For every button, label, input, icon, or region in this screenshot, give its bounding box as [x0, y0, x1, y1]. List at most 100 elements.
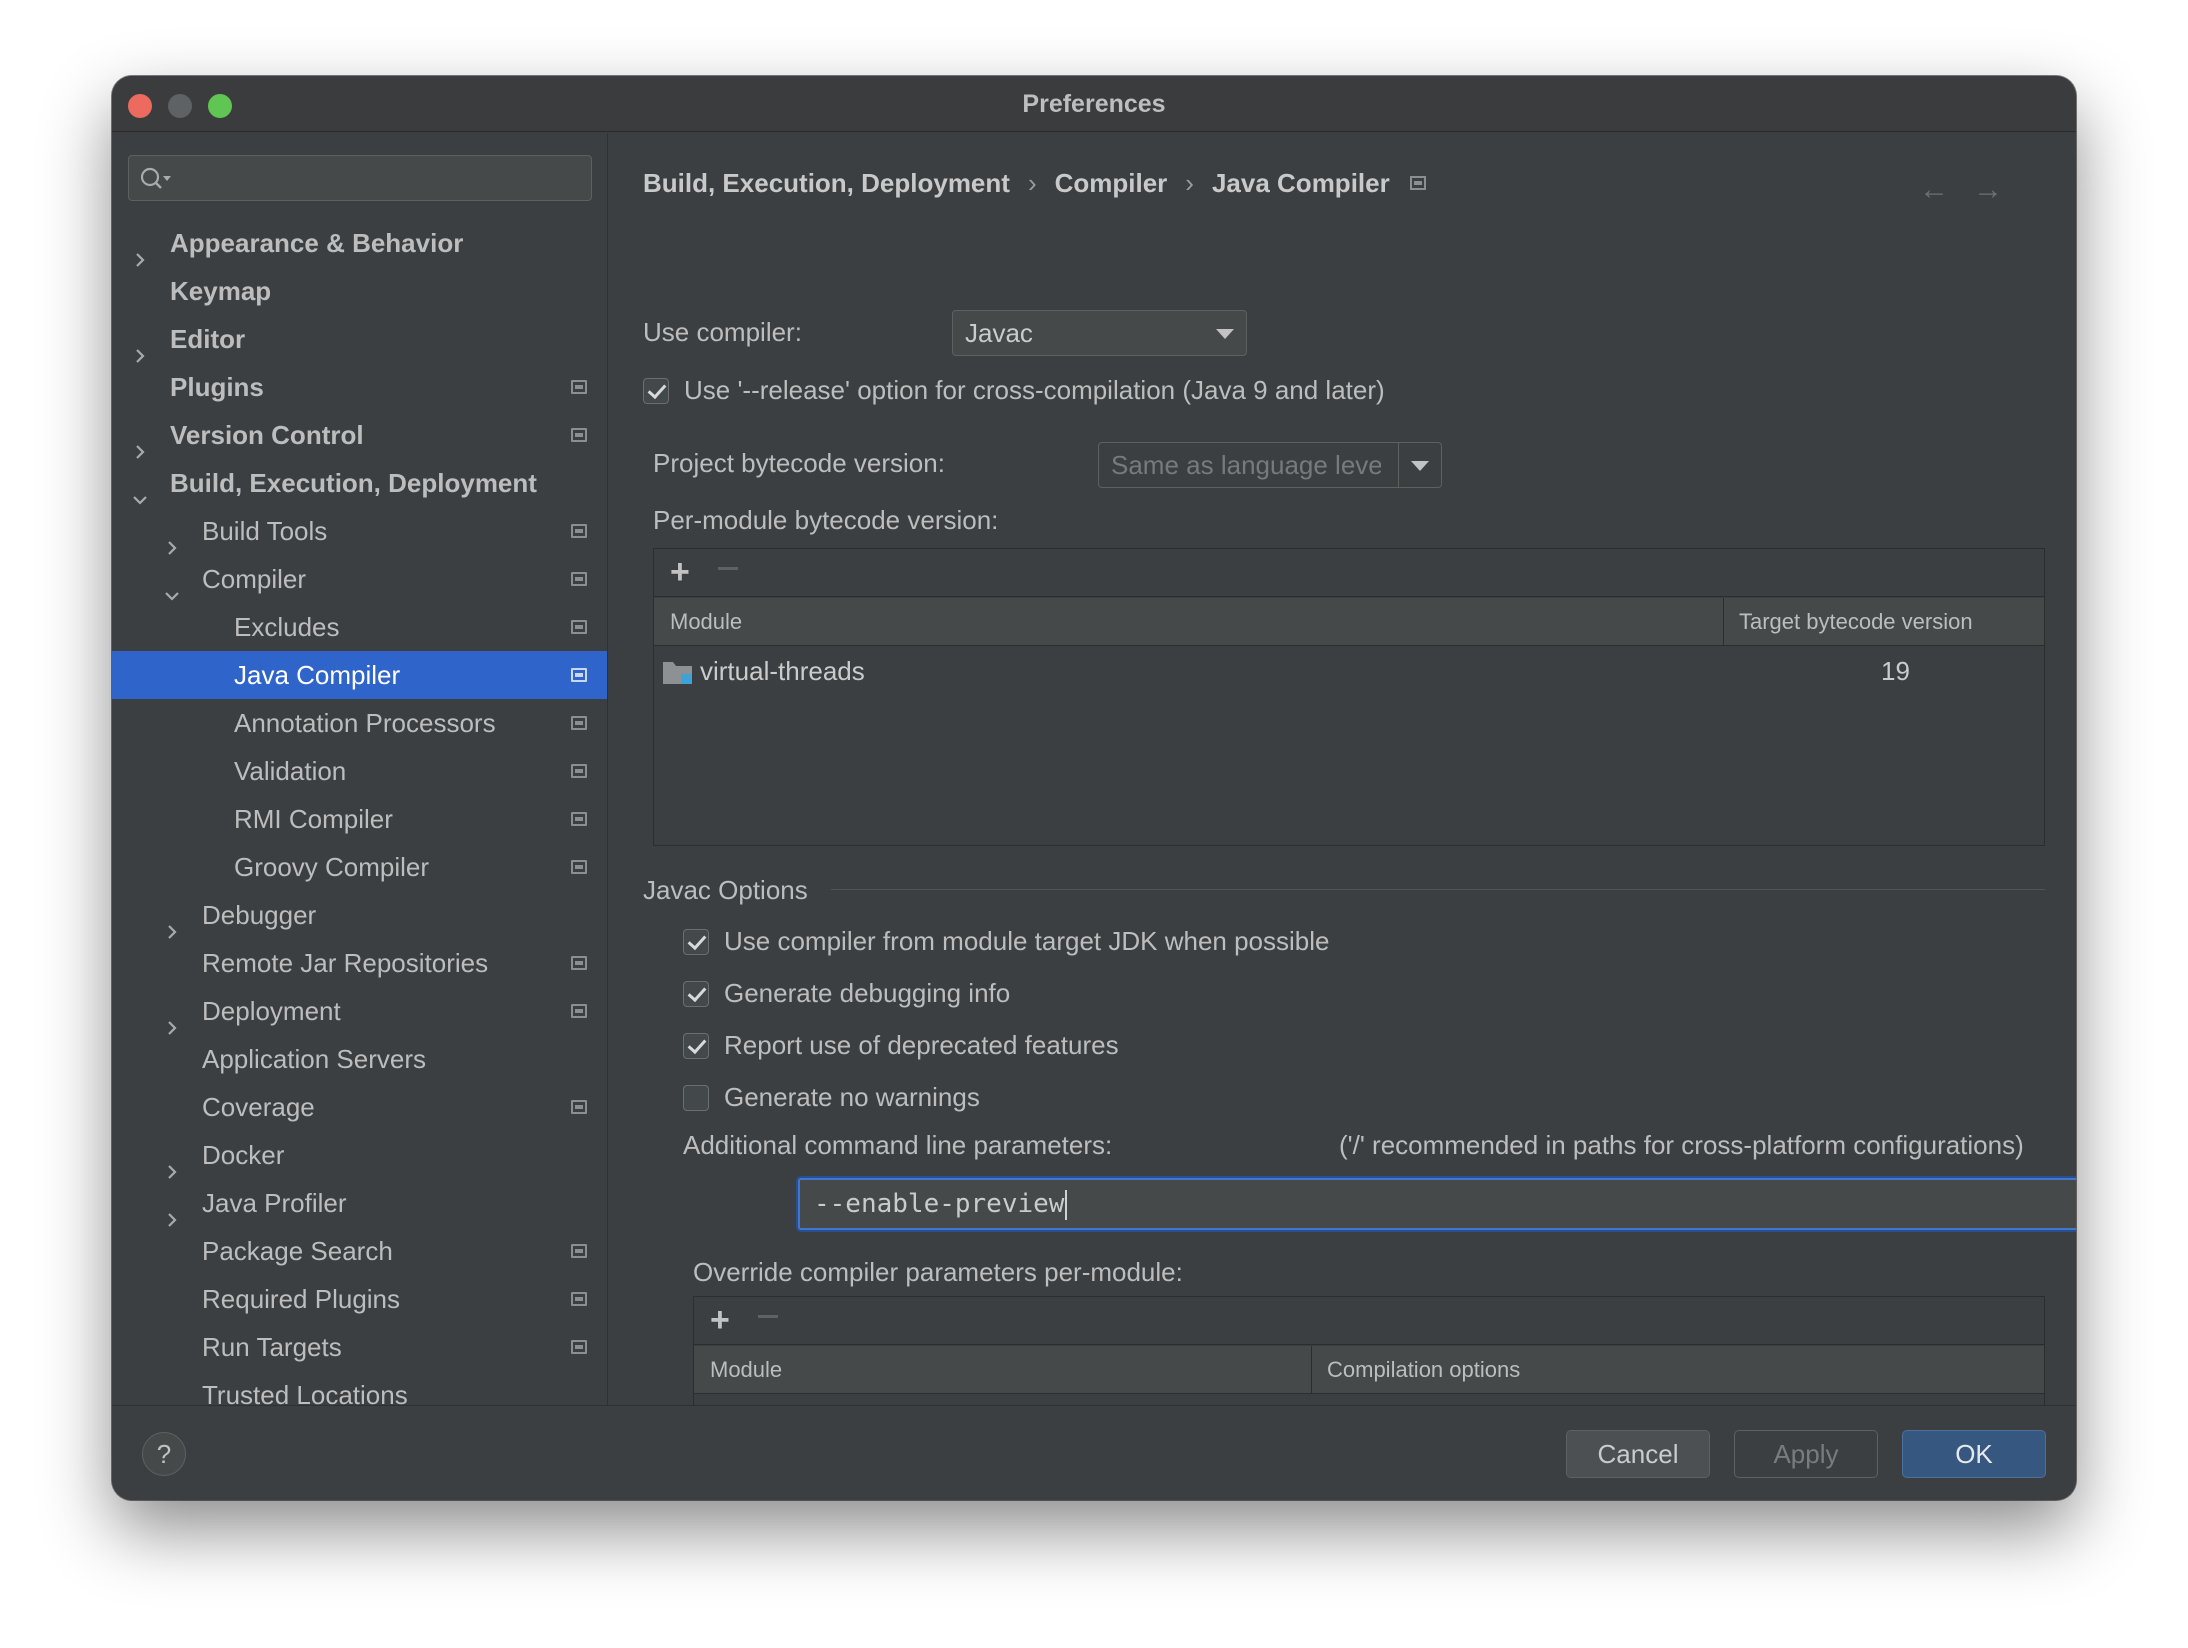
- deprecated-features-label: Report use of deprecated features: [724, 1030, 1119, 1060]
- combo-divider: [1398, 443, 1399, 487]
- javac-options-title: Javac Options: [643, 875, 808, 905]
- chevron-right-icon[interactable]: [164, 1195, 180, 1227]
- sidebar-item-label: Required Plugins: [202, 1284, 401, 1314]
- chevron-right-icon[interactable]: [164, 1003, 180, 1035]
- column-header-compilation-options[interactable]: Compilation options: [1327, 1346, 1520, 1394]
- column-header-target-bytecode[interactable]: Target bytecode version: [1739, 598, 1973, 646]
- use-module-jdk-label: Use compiler from module target JDK when…: [724, 926, 1330, 956]
- sidebar-item-label: Run Targets: [202, 1332, 342, 1362]
- module-name: virtual-threads: [700, 656, 865, 686]
- sidebar-item-build-tools[interactable]: Build Tools: [112, 507, 607, 555]
- release-option-label: Use '--release' option for cross-compila…: [684, 375, 1385, 405]
- sidebar-item-compiler[interactable]: Compiler: [112, 555, 607, 603]
- sidebar-item-deployment[interactable]: Deployment: [112, 987, 607, 1035]
- add-icon[interactable]: +: [670, 553, 690, 592]
- sidebar-item-required-plugins[interactable]: Required Plugins: [112, 1275, 607, 1323]
- project-bytecode-select[interactable]: Same as language level: [1098, 442, 1442, 488]
- sidebar-item-build-execution-deployment[interactable]: Build, Execution, Deployment: [112, 459, 607, 507]
- window-title: Preferences: [1022, 90, 1166, 118]
- sidebar-item-plugins[interactable]: Plugins: [112, 363, 607, 411]
- use-compiler-select[interactable]: Javac: [952, 310, 1247, 356]
- title-bar: Preferences: [112, 76, 2076, 132]
- sidebar-item-label: Application Servers: [202, 1044, 426, 1074]
- sidebar-item-label: Package Search: [202, 1236, 393, 1266]
- project-level-icon: [571, 572, 587, 586]
- sidebar-item-java-compiler[interactable]: Java Compiler: [112, 651, 607, 699]
- project-level-icon: [571, 380, 587, 394]
- sidebar-item-label: Java Profiler: [202, 1188, 347, 1218]
- sidebar-item-trusted-locations[interactable]: Trusted Locations: [112, 1371, 607, 1405]
- project-level-icon: [571, 668, 587, 682]
- remove-icon[interactable]: [758, 1315, 778, 1318]
- sidebar-item-label: Debugger: [202, 900, 317, 930]
- sidebar-item-validation[interactable]: Validation: [112, 747, 607, 795]
- sidebar-item-label: Build Tools: [202, 516, 328, 546]
- sidebar-item-rmi-compiler[interactable]: RMI Compiler: [112, 795, 607, 843]
- target-bytecode-version[interactable]: 19: [1881, 647, 1910, 695]
- sidebar-item-appearance-behavior[interactable]: Appearance & Behavior: [112, 219, 607, 267]
- help-button[interactable]: ?: [142, 1432, 186, 1476]
- sidebar-item-remote-jar-repositories[interactable]: Remote Jar Repositories: [112, 939, 607, 987]
- chevron-right-icon[interactable]: [132, 427, 148, 459]
- use-module-jdk-checkbox[interactable]: [683, 929, 709, 955]
- breadcrumb-item[interactable]: Compiler: [1055, 168, 1168, 198]
- back-arrow-icon[interactable]: ←: [1919, 173, 1949, 207]
- additional-params-label: Additional command line parameters:: [683, 1130, 1113, 1160]
- project-level-icon: [571, 1004, 587, 1018]
- chevron-down-icon[interactable]: [164, 571, 180, 601]
- sidebar-item-docker[interactable]: Docker: [112, 1131, 607, 1179]
- sidebar-item-package-search[interactable]: Package Search: [112, 1227, 607, 1275]
- breadcrumb-item[interactable]: Java Compiler: [1212, 168, 1390, 198]
- per-module-bytecode-table: + Module Target bytecode version virtual…: [653, 548, 2045, 846]
- sidebar-item-label: Coverage: [202, 1092, 315, 1122]
- sidebar-item-groovy-compiler[interactable]: Groovy Compiler: [112, 843, 607, 891]
- project-level-icon: [571, 716, 587, 730]
- chevron-right-icon[interactable]: [164, 907, 180, 939]
- debugging-info-checkbox[interactable]: [683, 981, 709, 1007]
- no-warnings-checkbox[interactable]: [683, 1085, 709, 1111]
- breadcrumb-item[interactable]: Build, Execution, Deployment: [643, 168, 1010, 198]
- sidebar-item-debugger[interactable]: Debugger: [112, 891, 607, 939]
- sidebar-item-excludes[interactable]: Excludes: [112, 603, 607, 651]
- ok-button[interactable]: OK: [1902, 1430, 2046, 1478]
- chevron-right-icon[interactable]: [132, 331, 148, 363]
- deprecated-features-checkbox[interactable]: [683, 1033, 709, 1059]
- project-level-icon: [571, 524, 587, 538]
- apply-button[interactable]: Apply: [1734, 1430, 1878, 1478]
- additional-params-input[interactable]: --enable-preview: [798, 1178, 2076, 1230]
- per-module-bytecode-label: Per-module bytecode version:: [653, 505, 999, 535]
- sidebar-item-label: RMI Compiler: [234, 804, 393, 834]
- additional-params-value: --enable-preview: [814, 1189, 1065, 1219]
- chevron-down-icon[interactable]: [132, 475, 148, 505]
- sidebar-item-java-profiler[interactable]: Java Profiler: [112, 1179, 607, 1227]
- add-icon[interactable]: +: [710, 1301, 730, 1340]
- settings-search-input[interactable]: [128, 155, 592, 201]
- search-icon: [140, 167, 171, 189]
- chevron-right-icon[interactable]: [164, 1147, 180, 1179]
- sidebar-item-application-servers[interactable]: Application Servers: [112, 1035, 607, 1083]
- chevron-right-icon[interactable]: [132, 235, 148, 267]
- table-toolbar: +: [694, 1297, 2044, 1345]
- column-header-module[interactable]: Module: [710, 1346, 782, 1394]
- column-divider[interactable]: [1723, 598, 1724, 646]
- sidebar-item-keymap[interactable]: Keymap: [112, 267, 607, 315]
- sidebar-item-label: Version Control: [170, 420, 364, 450]
- sidebar-item-version-control[interactable]: Version Control: [112, 411, 607, 459]
- cancel-button[interactable]: Cancel: [1566, 1430, 1710, 1478]
- override-params-label: Override compiler parameters per-module:: [693, 1257, 1183, 1287]
- remove-icon[interactable]: [718, 567, 738, 570]
- sidebar-item-run-targets[interactable]: Run Targets: [112, 1323, 607, 1371]
- forward-arrow-icon[interactable]: →: [1973, 173, 2003, 207]
- column-header-module[interactable]: Module: [670, 598, 742, 646]
- column-divider[interactable]: [1311, 1346, 1312, 1394]
- sidebar-item-coverage[interactable]: Coverage: [112, 1083, 607, 1131]
- section-divider: [831, 889, 2045, 890]
- sidebar-item-label: Java Compiler: [234, 660, 401, 690]
- sidebar-item-annotation-processors[interactable]: Annotation Processors: [112, 699, 607, 747]
- java-compiler-page: Build, Execution, Deployment › Compiler › Ja…: [609, 133, 2076, 1435]
- chevron-right-icon[interactable]: [164, 523, 180, 555]
- table-row[interactable]: virtual-threads 19: [654, 647, 2044, 695]
- sidebar-item-editor[interactable]: Editor: [112, 315, 607, 363]
- release-option-checkbox[interactable]: [643, 378, 669, 404]
- module-folder-icon: [663, 662, 692, 684]
